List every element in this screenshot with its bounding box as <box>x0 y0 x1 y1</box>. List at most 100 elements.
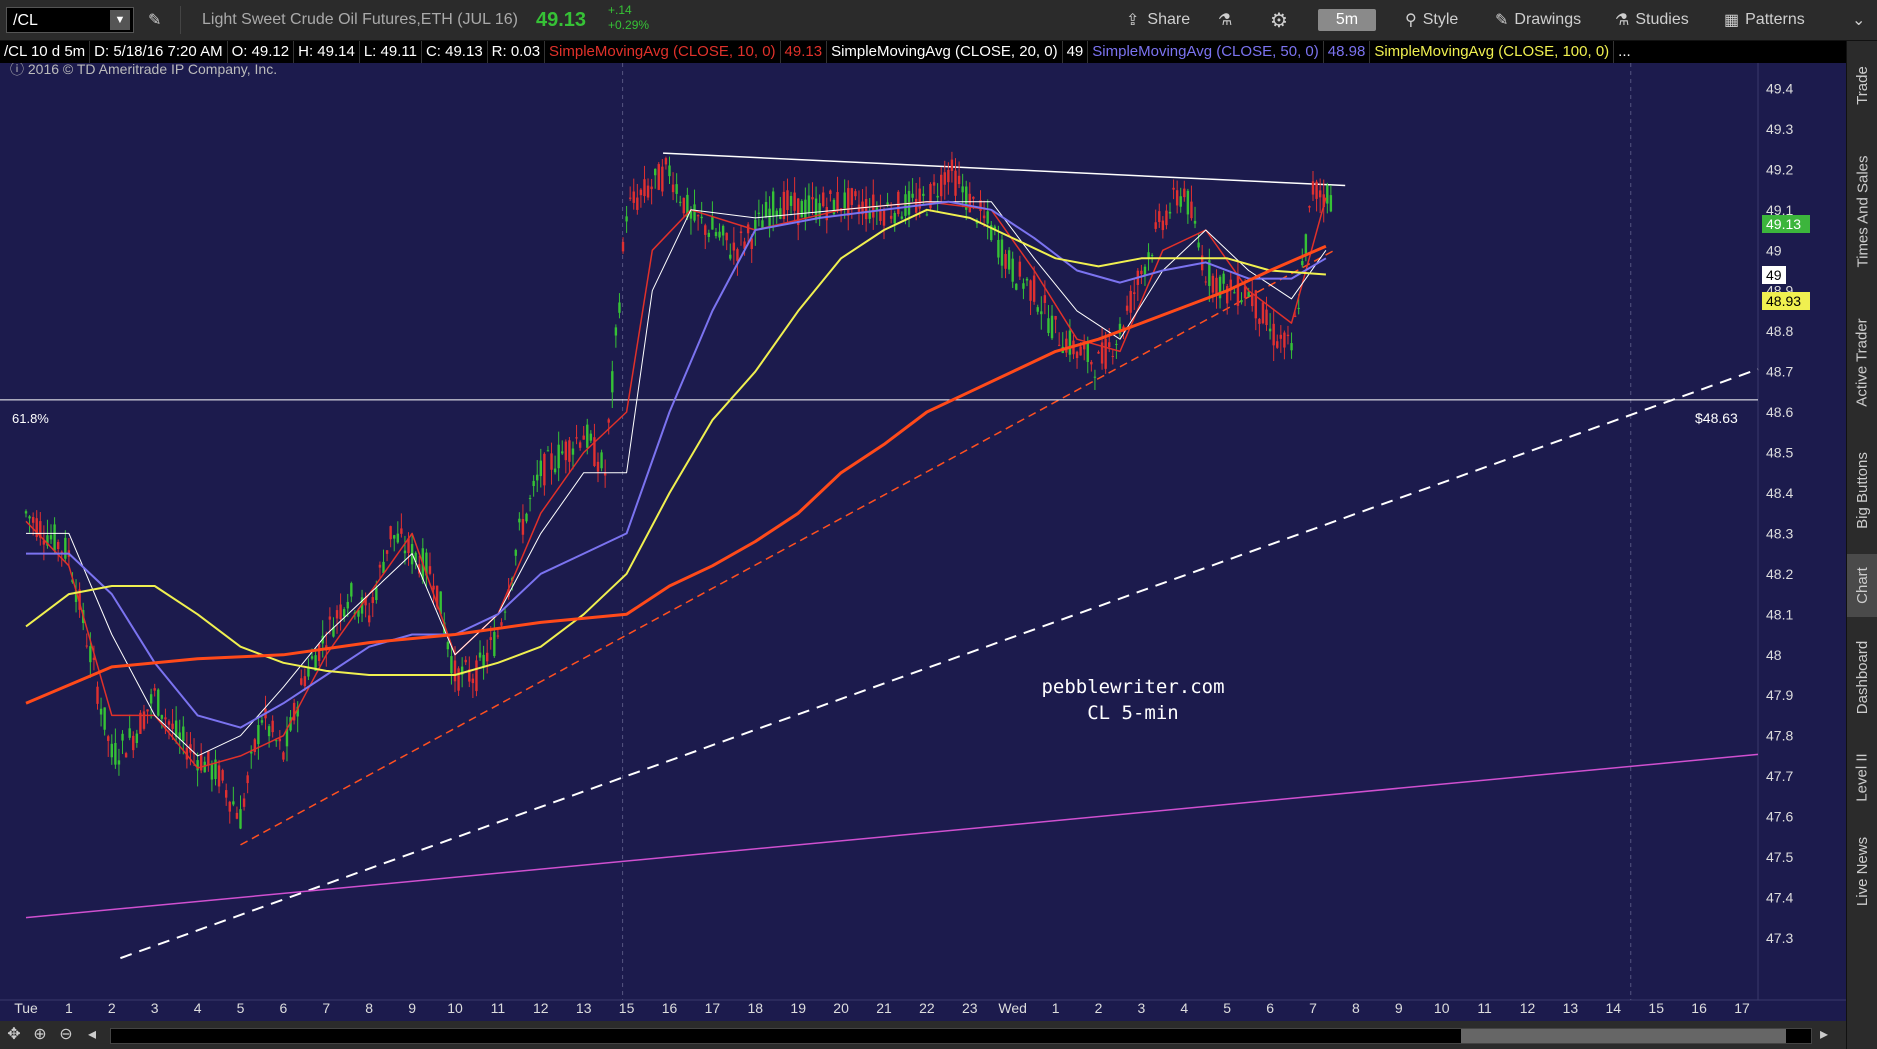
candle-body <box>553 468 557 473</box>
candle-body <box>1125 305 1129 311</box>
scroll-right-icon[interactable]: ▸ <box>1814 1025 1834 1045</box>
flask-icon[interactable]: ⚗ <box>1218 0 1232 40</box>
candle-body <box>378 564 382 568</box>
tab-chart[interactable]: Chart <box>1847 554 1877 617</box>
style-button[interactable]: ⚲ Style <box>1405 0 1458 40</box>
time-tick-label: 21 <box>876 1000 892 1016</box>
candle-body <box>432 585 435 590</box>
symbol-text: /CL <box>13 12 38 29</box>
patterns-button[interactable]: ▦ Patterns <box>1724 0 1805 40</box>
candle-body <box>1329 195 1333 212</box>
candle-body <box>1140 270 1143 275</box>
candle-body <box>99 708 103 715</box>
time-tick-label: 4 <box>1180 1000 1188 1016</box>
candle-body <box>900 216 904 219</box>
more-indicators[interactable]: ... <box>1614 41 1635 63</box>
candle-body <box>471 678 475 684</box>
candle-body <box>739 231 743 234</box>
candle-body <box>235 812 239 819</box>
candle-body <box>893 212 896 224</box>
share-button[interactable]: ⇪ Share <box>1126 0 1190 40</box>
candle-body <box>493 631 496 657</box>
candle-body <box>1161 220 1165 231</box>
price-tick-label: 47.6 <box>1766 809 1793 825</box>
price-tick-label: 48.4 <box>1766 485 1793 501</box>
time-tick-label: 23 <box>962 1000 978 1016</box>
price-chart[interactable]: 49.549.449.349.249.14948.948.848.748.648… <box>0 63 1846 1021</box>
sma100-label[interactable]: SimpleMovingAvg (CLOSE, 100, 0) <box>1370 41 1615 63</box>
price-tick-label: 49 <box>1766 242 1782 258</box>
candle-body <box>64 537 67 559</box>
scroll-left-icon[interactable]: ◂ <box>82 1025 102 1045</box>
candle-body <box>661 166 664 192</box>
time-tick-label: 6 <box>1266 1000 1274 1016</box>
candle-body <box>1029 280 1032 301</box>
candle-body <box>625 216 628 222</box>
time-tick-label: 20 <box>833 1000 849 1016</box>
tab-active-trader[interactable]: Active Trader <box>1847 298 1877 426</box>
time-tick-label: 22 <box>919 1000 935 1016</box>
candle-body <box>854 191 857 197</box>
bar-low: L: 49.11 <box>360 41 422 63</box>
candle-body <box>1318 190 1322 198</box>
sma20-label[interactable]: SimpleMovingAvg (CLOSE, 20, 0) <box>827 41 1063 63</box>
candle-body <box>829 190 832 194</box>
time-scrollbar[interactable] <box>110 1028 1812 1044</box>
candle-body <box>518 518 521 523</box>
drawings-button[interactable]: ✎ Drawings <box>1495 0 1581 40</box>
candle-body <box>771 191 775 217</box>
candle-body <box>982 215 986 219</box>
candle-body <box>307 667 310 677</box>
time-tick-label: 12 <box>533 1000 549 1016</box>
candle-body <box>1222 273 1225 284</box>
candle-body <box>607 419 610 423</box>
tab-big-buttons[interactable]: Big Buttons <box>1847 430 1877 550</box>
candle-body <box>807 195 811 213</box>
candle-body <box>668 165 671 177</box>
candle-body <box>628 197 632 199</box>
candle-body <box>643 179 646 197</box>
sma20-value: 49 <box>1063 41 1089 63</box>
candle-body <box>275 740 278 742</box>
studies-button[interactable]: ⚗ Studies <box>1615 0 1689 40</box>
tab-level-ii[interactable]: Level II <box>1847 737 1877 817</box>
zoom-in-icon[interactable]: ⊕ <box>30 1025 50 1045</box>
candle-body <box>725 232 728 241</box>
chevron-down-icon[interactable]: ▼ <box>110 10 130 30</box>
candle-body <box>589 433 593 441</box>
time-tick-label: 8 <box>1352 1000 1360 1016</box>
candle-body <box>1279 334 1283 339</box>
candle-body <box>943 172 946 185</box>
tab-label: Big Buttons <box>1854 451 1871 529</box>
sma50-label[interactable]: SimpleMovingAvg (CLOSE, 50, 0) <box>1088 41 1324 63</box>
tab-live-news[interactable]: Live News <box>1847 821 1877 921</box>
candle-body <box>1015 283 1018 290</box>
scrollbar-thumb[interactable] <box>1461 1029 1786 1043</box>
candle-body <box>811 197 814 200</box>
tab-trade[interactable]: Trade <box>1847 45 1877 125</box>
candle-body <box>675 184 678 194</box>
net-change: +.14 +0.29% <box>608 3 649 33</box>
candle-body <box>1057 344 1061 346</box>
candle-body <box>103 707 106 730</box>
candle-body <box>639 189 643 196</box>
time-tick-label: 13 <box>1563 1000 1579 1016</box>
pan-icon[interactable]: ✥ <box>4 1025 24 1045</box>
zoom-out-icon[interactable]: ⊖ <box>56 1025 76 1045</box>
candle-body <box>1011 258 1014 282</box>
tab-label: Times And Sales <box>1854 155 1871 268</box>
tab-times-and-sales[interactable]: Times And Sales <box>1847 129 1877 294</box>
chevron-down-icon[interactable]: ⌄ <box>1852 0 1865 40</box>
candle-body <box>1183 188 1186 198</box>
candle-body <box>160 715 164 719</box>
candle-body <box>775 210 778 216</box>
candle-body <box>1040 311 1043 315</box>
period-button[interactable]: 5m <box>1318 9 1376 31</box>
candle-body <box>1229 279 1232 288</box>
candle-body <box>768 208 771 228</box>
tab-dashboard[interactable]: Dashboard <box>1847 621 1877 733</box>
pencil-icon[interactable]: ✎ <box>148 0 161 40</box>
sma10-label[interactable]: SimpleMovingAvg (CLOSE, 10, 0) <box>545 41 781 63</box>
gear-icon[interactable]: ⚙ <box>1270 0 1288 40</box>
symbol-period: /CL 10 d 5m <box>0 41 91 63</box>
